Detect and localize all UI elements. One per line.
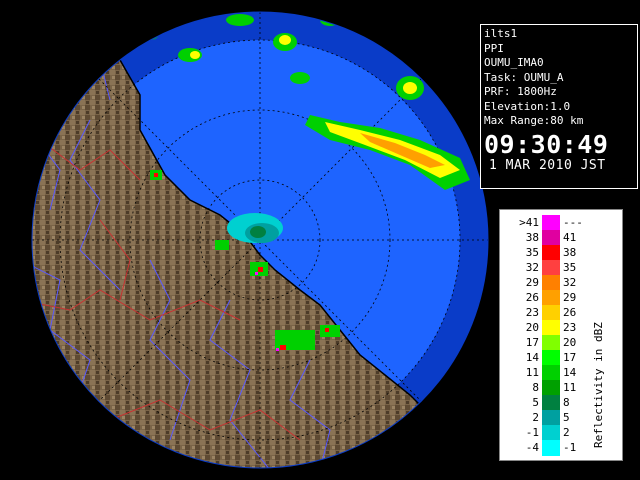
legend-row-low: 35 [525, 246, 539, 259]
site-id: OUMU_IMA0 [484, 56, 544, 69]
legend-row-low: -1 [525, 426, 539, 439]
legend-swatch [542, 290, 560, 306]
legend-row: 23 26 [505, 305, 605, 321]
legend-swatch [542, 260, 560, 276]
legend-row-high: 29 [563, 291, 577, 304]
legend-swatch [542, 350, 560, 366]
legend-row-high: 14 [563, 366, 577, 379]
legend-swatch [542, 215, 560, 231]
legend-row-high: 41 [563, 231, 577, 244]
legend-row-low: 20 [525, 321, 539, 334]
legend-row-low: -4 [525, 441, 539, 454]
prf-value: PRF: 1800Hz [484, 85, 557, 98]
legend-row-high: 5 [563, 411, 570, 424]
legend-row: 38 41 [505, 230, 605, 246]
legend-row-low: >41 [519, 216, 539, 229]
legend-row-low: 11 [525, 366, 539, 379]
legend-row: 32 35 [505, 260, 605, 276]
legend-swatch [542, 335, 560, 351]
legend-row: 20 23 [505, 320, 605, 336]
reflectivity-legend: >41 --- 38 41 35 38 32 35 29 32 26 29 23 26 20 23 17 20 14… [499, 209, 623, 461]
legend-row-low: 2 [532, 411, 539, 424]
legend-row-high: 32 [563, 276, 577, 289]
scan-type: PPI [484, 41, 504, 55]
task-name: Task: OUMU_A [484, 70, 564, 84]
legend-swatch [542, 440, 560, 456]
legend-swatch [542, 395, 560, 411]
legend-row: -4 -1 [505, 440, 605, 456]
legend-title: Reflectivity in dBZ [592, 322, 605, 448]
legend-row: 14 17 [505, 350, 605, 366]
legend-swatch [542, 245, 560, 261]
legend-row-high: 8 [563, 396, 570, 409]
legend-row-high: 17 [563, 351, 577, 364]
legend-row-high: --- [563, 216, 583, 229]
elevation-value: Elevation:1.0 [484, 99, 571, 113]
legend-row-high: 35 [563, 261, 577, 274]
legend-row-low: 8 [532, 381, 539, 394]
legend-row-low: 38 [525, 231, 539, 244]
station-name: ilts1 [484, 27, 518, 40]
legend-row-high: 38 [563, 246, 577, 259]
legend-row: 11 14 [505, 365, 605, 381]
legend-swatch [542, 275, 560, 291]
legend-row: 26 29 [505, 290, 605, 306]
legend-row: 29 32 [505, 275, 605, 291]
legend-row: 25 [505, 410, 605, 426]
legend-row-low: 32 [525, 261, 539, 274]
legend-row-high: 2 [563, 426, 570, 439]
max-range-value: Max Range:80 km [484, 114, 584, 127]
scan-time: 09:30:49 [484, 129, 609, 159]
legend-row: -1 2 [505, 425, 605, 441]
legend-swatch [542, 230, 560, 246]
legend-swatch [542, 365, 560, 381]
legend-swatch [542, 320, 560, 336]
legend-row-high: 23 [563, 321, 577, 334]
legend-swatch [542, 305, 560, 321]
scan-info-panel: ilts1 PPI OUMU_IMA0 Task: OUMU_A PRF: 18… [480, 24, 638, 189]
legend-row: 8 11 [505, 380, 605, 396]
legend-row-low: 29 [525, 276, 539, 289]
legend-row-low: 23 [525, 306, 539, 319]
legend-swatch [542, 410, 560, 426]
legend-swatch [542, 380, 560, 396]
scan-date: 1 MAR 2010 JST [489, 157, 606, 173]
legend-row-low: 5 [532, 396, 539, 409]
legend-swatch [542, 425, 560, 441]
legend-row: 35 38 [505, 245, 605, 261]
legend-row: 17 20 [505, 335, 605, 351]
legend-row-high: 11 [563, 381, 577, 394]
legend-row-high: 20 [563, 336, 577, 349]
legend-row-high: 26 [563, 306, 577, 319]
legend-row: 58 [505, 395, 605, 411]
legend-row: >41 --- [505, 215, 605, 231]
legend-row-low: 17 [525, 336, 539, 349]
legend-row-low: 14 [525, 351, 539, 364]
legend-row-low: 26 [525, 291, 539, 304]
legend-row-high: -1 [563, 441, 577, 454]
